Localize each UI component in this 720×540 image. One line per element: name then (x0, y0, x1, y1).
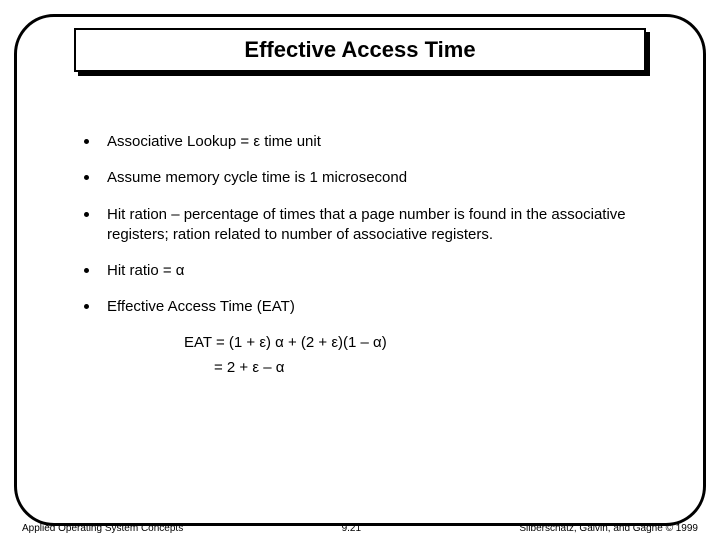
title-front: Effective Access Time (74, 28, 646, 72)
bullet-item: Hit ratio = α (84, 261, 660, 281)
footer-right: Silberschatz, Galvin, and Gagne © 1999 (519, 523, 698, 534)
equation-block: EAT = (1 + ε) α + (2 + ε)(1 – α) = 2 + ε… (184, 334, 660, 376)
bullet-item: Hit ration – percentage of times that a … (84, 205, 660, 246)
bullet-dot-icon (84, 304, 89, 309)
bullet-dot-icon (84, 268, 89, 273)
bullet-dot-icon (84, 175, 89, 180)
slide-title: Effective Access Time (244, 37, 475, 63)
bullet-text: Assume memory cycle time is 1 microsecon… (107, 168, 407, 188)
bullet-item: Associative Lookup = ε time unit (84, 132, 660, 152)
bullet-text: Associative Lookup = ε time unit (107, 132, 321, 152)
equation-line-2: = 2 + ε – α (214, 359, 660, 376)
bullet-item: Effective Access Time (EAT) (84, 297, 660, 317)
bullet-item: Assume memory cycle time is 1 microsecon… (84, 168, 660, 188)
slide-footer: Applied Operating System Concepts 9.21 S… (22, 523, 698, 534)
bullet-dot-icon (84, 212, 89, 217)
bullet-text: Effective Access Time (EAT) (107, 297, 295, 317)
bullet-text: Hit ration – percentage of times that a … (107, 205, 660, 246)
footer-left: Applied Operating System Concepts (22, 523, 183, 534)
content-area: Associative Lookup = ε time unit Assume … (84, 132, 660, 384)
bullet-dot-icon (84, 139, 89, 144)
equation-line-1: EAT = (1 + ε) α + (2 + ε)(1 – α) (184, 334, 660, 351)
slide-title-box: Effective Access Time (74, 28, 646, 72)
footer-center: 9.21 (342, 523, 361, 534)
bullet-text: Hit ratio = α (107, 261, 184, 281)
